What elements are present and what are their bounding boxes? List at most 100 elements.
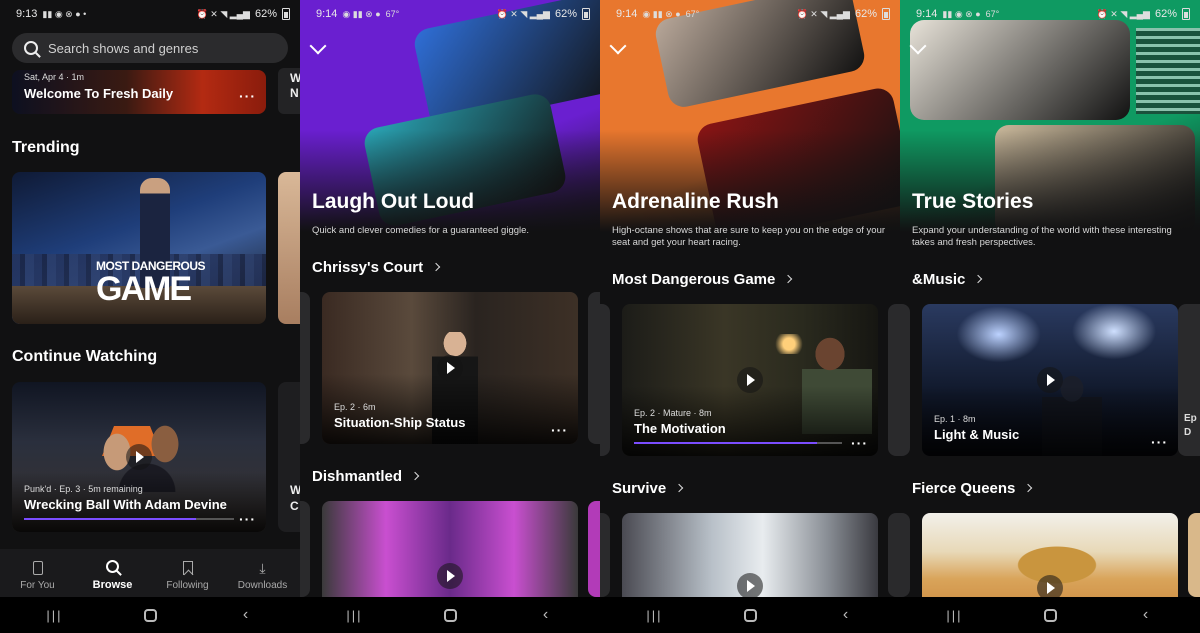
- row-title-chrissys-court[interactable]: Chrissy's Court: [312, 259, 441, 276]
- system-nav-bar: ||| ‹: [300, 597, 600, 633]
- battery-icon: [282, 8, 290, 20]
- back-icon[interactable]: ‹: [526, 606, 566, 624]
- signal-icons: ⏰ ✕ ◥ ▂▄▆: [796, 8, 850, 19]
- category-screen-laugh: 9:14 ◉ ▮▮ ⊗ ● 67° ⏰ ✕ ◥ ▂▄▆ 62% Laugh Out L…: [300, 0, 600, 633]
- prev-card[interactable]: [300, 292, 310, 444]
- signal-icons: ⏰ ✕ ◥ ▂▄▆: [196, 8, 250, 19]
- search-icon: [106, 560, 119, 573]
- row-title-most-dangerous-game[interactable]: Most Dangerous Game: [612, 271, 793, 288]
- recent-apps-icon[interactable]: |||: [935, 608, 975, 623]
- category-description: High-octane shows that are sure to keep …: [612, 225, 886, 248]
- featured-card[interactable]: Sat, Apr 4 · 1m Welcome To Fresh Daily ·…: [12, 70, 266, 114]
- tab-label: Downloads: [237, 580, 288, 591]
- download-icon: ⤓: [259, 559, 266, 576]
- home-icon[interactable]: [1043, 608, 1057, 622]
- lamp-glow: [772, 334, 806, 354]
- more-options-icon[interactable]: ···: [1151, 434, 1168, 450]
- row-title-text: Survive: [612, 480, 667, 497]
- trending-card[interactable]: MOST DANGEROUS GAME: [12, 172, 266, 324]
- notification-icons: ◉ ▮▮ ⊗ ●: [642, 8, 681, 19]
- chevron-right-icon: [784, 274, 793, 284]
- signal-icons: ⏰ ✕ ◥ ▂▄▆: [1096, 8, 1150, 19]
- prev-card[interactable]: [600, 513, 610, 597]
- battery-percent: 62%: [554, 8, 577, 20]
- next-continue-card[interactable]: W C: [278, 382, 300, 532]
- episode-meta: Ep. 1 · 8m: [934, 414, 976, 424]
- play-icon[interactable]: [737, 573, 763, 599]
- home-icon[interactable]: [743, 608, 757, 622]
- row-title-text: Most Dangerous Game: [612, 271, 776, 288]
- battery-icon: [1182, 8, 1190, 20]
- more-options-icon[interactable]: ···: [851, 435, 868, 451]
- play-icon[interactable]: [737, 367, 763, 393]
- chevron-right-icon: [1024, 483, 1033, 493]
- system-nav-bar: ||| ‹: [600, 597, 900, 633]
- notification-icons: ▮▮ ◉ ⊗ ●: [942, 8, 981, 19]
- next-trending-card[interactable]: [278, 172, 300, 324]
- next-card[interactable]: Ep D: [1178, 304, 1200, 456]
- notification-icons: ◉ ▮▮ ⊗ ●: [342, 8, 381, 19]
- back-icon[interactable]: ‹: [1126, 606, 1166, 624]
- recent-apps-icon[interactable]: |||: [35, 608, 75, 623]
- next-card[interactable]: [888, 304, 900, 456]
- status-time: 9:13: [16, 8, 38, 20]
- collapse-chevron-icon[interactable]: [309, 37, 327, 55]
- episode-card[interactable]: Ep. 1 · 8m Light & Music ···: [922, 304, 1178, 456]
- status-temp: 67°: [385, 9, 400, 19]
- status-temp: 67°: [685, 9, 700, 19]
- home-icon[interactable]: [443, 608, 457, 622]
- tab-for-you[interactable]: For You: [3, 560, 73, 591]
- play-icon[interactable]: [437, 355, 463, 381]
- archive-photo: [1136, 28, 1200, 114]
- back-icon[interactable]: ‹: [826, 606, 866, 624]
- next-card[interactable]: [588, 292, 600, 444]
- system-nav-bar: ||| ‹: [900, 597, 1200, 633]
- chevron-right-icon: [431, 262, 441, 272]
- recent-apps-icon[interactable]: |||: [335, 608, 375, 623]
- status-time: 9:14: [616, 8, 638, 20]
- row-title-fierce-queens[interactable]: Fierce Queens: [912, 480, 1033, 497]
- next-card[interactable]: [888, 513, 900, 597]
- more-options-icon[interactable]: ···: [551, 422, 568, 438]
- status-time: 9:14: [916, 8, 938, 20]
- tab-downloads[interactable]: ⤓ Downloads: [228, 559, 298, 592]
- back-icon[interactable]: ‹: [226, 606, 266, 624]
- prev-card[interactable]: [600, 304, 610, 456]
- next-card[interactable]: [1188, 513, 1200, 597]
- category-description: Quick and clever comedies for a guarante…: [312, 225, 530, 236]
- row-title-text: Dishmantled: [312, 468, 403, 485]
- row-title-and-music[interactable]: &Music: [912, 271, 983, 288]
- row-title-text: Chrissy's Court: [312, 259, 424, 276]
- battery-icon: [582, 8, 590, 20]
- tab-label: For You: [20, 580, 55, 591]
- tab-browse[interactable]: Browse: [78, 559, 148, 591]
- watch-progress-fill: [634, 442, 818, 444]
- next-featured-card[interactable]: W N: [278, 68, 300, 114]
- prev-card[interactable]: [300, 501, 310, 597]
- continue-watching-card[interactable]: Punk'd · Ep. 3 · 5m remaining Wrecking B…: [12, 382, 266, 532]
- prev-card[interactable]: [900, 513, 910, 597]
- play-icon[interactable]: [1037, 367, 1063, 393]
- search-bar[interactable]: Search shows and genres: [12, 33, 288, 63]
- play-icon[interactable]: [437, 563, 463, 589]
- status-temp: 67°: [985, 9, 1000, 19]
- recent-apps-icon[interactable]: |||: [635, 608, 675, 623]
- more-options-icon[interactable]: ···: [239, 511, 256, 527]
- status-bar: 9:14 ◉ ▮▮ ⊗ ● 67° ⏰ ✕ ◥ ▂▄▆ 62%: [300, 0, 600, 28]
- home-icon[interactable]: [143, 608, 157, 622]
- episode-title: Wrecking Ball With Adam Devine: [24, 497, 227, 512]
- episode-card[interactable]: Ep. 2 · 6m Situation-Ship Status ···: [322, 292, 578, 444]
- prev-card[interactable]: [900, 304, 910, 456]
- chevron-right-icon: [674, 483, 684, 493]
- collapse-chevron-icon[interactable]: [609, 37, 627, 55]
- row-title-survive[interactable]: Survive: [612, 480, 684, 497]
- browse-screen: 9:13 ▮▮ ◉ ⊗ ● • ⏰ ✕ ◥ ▂▄▆ 62% Search shows…: [0, 0, 300, 633]
- episode-card[interactable]: Ep. 2 · Mature · 8m The Motivation ···: [622, 304, 878, 456]
- row-title-dishmantled[interactable]: Dishmantled: [312, 468, 420, 485]
- play-icon[interactable]: [126, 444, 152, 470]
- episode-card[interactable]: [322, 501, 578, 611]
- more-options-icon[interactable]: ···: [239, 88, 256, 104]
- category-title: Laugh Out Loud: [312, 190, 475, 213]
- tab-following[interactable]: Following: [153, 560, 223, 591]
- next-card[interactable]: [588, 501, 600, 597]
